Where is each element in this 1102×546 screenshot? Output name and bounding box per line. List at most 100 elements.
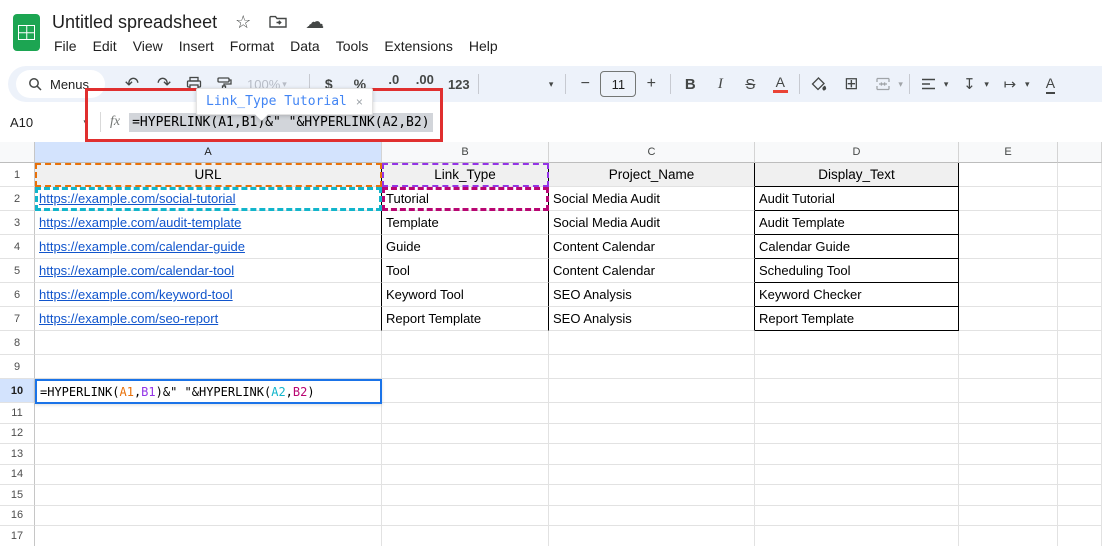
cell-B11[interactable]	[382, 403, 549, 424]
horizontal-align-dropdown[interactable]: ▾	[944, 79, 949, 90]
cell-E16[interactable]	[959, 506, 1058, 527]
cell-D7[interactable]: Report Template	[755, 307, 959, 331]
cell-A6[interactable]: https://example.com/keyword-tool	[35, 283, 382, 307]
cell-A16[interactable]	[35, 506, 382, 527]
cell-B3[interactable]: Template	[382, 211, 549, 235]
row-header-1[interactable]: 1	[0, 163, 35, 187]
cell-D15[interactable]	[755, 485, 959, 506]
vertical-align-dropdown[interactable]: ▾	[984, 79, 989, 90]
document-title[interactable]: Untitled spreadsheet	[52, 12, 217, 33]
cell-D10[interactable]	[755, 379, 959, 403]
cell-D17[interactable]	[755, 526, 959, 546]
sheets-logo[interactable]	[13, 14, 40, 51]
move-folder-icon[interactable]	[269, 15, 287, 29]
menu-item-format[interactable]: Format	[222, 35, 282, 57]
cell-E10[interactable]	[959, 379, 1058, 403]
strikethrough-button[interactable]: S	[737, 70, 763, 98]
menu-item-extensions[interactable]: Extensions	[376, 35, 460, 57]
cell-D16[interactable]	[755, 506, 959, 527]
text-wrap-dropdown[interactable]: ▾	[1025, 79, 1030, 90]
cell-A1[interactable]: URL	[35, 163, 382, 187]
cell-A4[interactable]: https://example.com/calendar-guide	[35, 235, 382, 259]
row-header-11[interactable]: 11	[0, 403, 35, 424]
cell-C3[interactable]: Social Media Audit	[549, 211, 755, 235]
cell-C15[interactable]	[549, 485, 755, 506]
formula-input[interactable]: =HYPERLINK(A1,B1)&" "&HYPERLINK(A2,B2)	[129, 113, 432, 132]
col-header-C[interactable]: C	[549, 142, 755, 163]
horizontal-align-button[interactable]	[916, 70, 942, 98]
cell-E15[interactable]	[959, 485, 1058, 506]
cell-D12[interactable]	[755, 424, 959, 445]
row-header-4[interactable]: 4	[0, 235, 35, 259]
cell-C10[interactable]	[549, 379, 755, 403]
more-formats-button[interactable]: 123	[446, 70, 472, 98]
increase-font-size-button[interactable]: +	[638, 70, 664, 98]
cell-C11[interactable]	[549, 403, 755, 424]
cell-F7[interactable]	[1058, 307, 1102, 331]
cell-E12[interactable]	[959, 424, 1058, 445]
cell-B4[interactable]: Guide	[382, 235, 549, 259]
cell-B17[interactable]	[382, 526, 549, 546]
cell-B2[interactable]: Tutorial	[382, 187, 549, 211]
cell-B9[interactable]	[382, 355, 549, 379]
row-header-12[interactable]: 12	[0, 424, 35, 445]
cell-D11[interactable]	[755, 403, 959, 424]
cell-F9[interactable]	[1058, 355, 1102, 379]
menu-item-tools[interactable]: Tools	[328, 35, 377, 57]
menu-item-view[interactable]: View	[125, 35, 171, 57]
cell-C12[interactable]	[549, 424, 755, 445]
cell-F8[interactable]	[1058, 331, 1102, 355]
menus-search-button[interactable]: Menus	[16, 70, 105, 98]
active-cell-A10[interactable]: =HYPERLINK(A1,B1)&" "&HYPERLINK(A2,B2)	[35, 379, 382, 404]
cell-E2[interactable]	[959, 187, 1058, 211]
cell-D9[interactable]	[755, 355, 959, 379]
cell-A14[interactable]	[35, 465, 382, 486]
cell-D6[interactable]: Keyword Checker	[755, 283, 959, 307]
cell-F14[interactable]	[1058, 465, 1102, 486]
decrease-font-size-button[interactable]: −	[572, 70, 598, 98]
cell-D1[interactable]: Display_Text	[755, 163, 959, 187]
cell-E13[interactable]	[959, 444, 1058, 465]
cell-E3[interactable]	[959, 211, 1058, 235]
cell-E8[interactable]	[959, 331, 1058, 355]
vertical-align-button[interactable]: ↧	[956, 70, 982, 98]
col-header-E[interactable]: E	[959, 142, 1058, 163]
fill-color-button[interactable]	[806, 70, 832, 98]
cell-F12[interactable]	[1058, 424, 1102, 445]
row-header-14[interactable]: 14	[0, 465, 35, 486]
cell-F6[interactable]	[1058, 283, 1102, 307]
cell-B15[interactable]	[382, 485, 549, 506]
cell-A2[interactable]: https://example.com/social-tutorial	[35, 187, 382, 211]
cell-D4[interactable]: Calendar Guide	[755, 235, 959, 259]
cell-B5[interactable]: Tool	[382, 259, 549, 283]
cell-D13[interactable]	[755, 444, 959, 465]
cloud-status-icon[interactable]: ☁	[305, 13, 324, 32]
cell-D3[interactable]: Audit Template	[755, 211, 959, 235]
cell-A15[interactable]	[35, 485, 382, 506]
cell-A12[interactable]	[35, 424, 382, 445]
cell-F10[interactable]	[1058, 379, 1102, 403]
cell-B1[interactable]: Link_Type	[382, 163, 549, 187]
cell-E4[interactable]	[959, 235, 1058, 259]
row-header-7[interactable]: 7	[0, 307, 35, 331]
cell-D14[interactable]	[755, 465, 959, 486]
cell-F3[interactable]	[1058, 211, 1102, 235]
cell-B14[interactable]	[382, 465, 549, 486]
star-icon[interactable]: ☆	[235, 13, 251, 31]
select-all-corner[interactable]	[0, 142, 35, 163]
italic-button[interactable]: I	[707, 70, 733, 98]
row-header-10[interactable]: 10	[0, 379, 35, 403]
row-header-16[interactable]: 16	[0, 506, 35, 527]
cell-D8[interactable]	[755, 331, 959, 355]
cell-A3[interactable]: https://example.com/audit-template	[35, 211, 382, 235]
menu-item-file[interactable]: File	[46, 35, 85, 57]
cell-C2[interactable]: Social Media Audit	[549, 187, 755, 211]
cell-C7[interactable]: SEO Analysis	[549, 307, 755, 331]
col-header-A[interactable]: A	[35, 142, 382, 163]
bold-button[interactable]: B	[677, 70, 703, 98]
cell-A5[interactable]: https://example.com/calendar-tool	[35, 259, 382, 283]
text-wrap-button[interactable]: ↦	[997, 70, 1023, 98]
cell-F1[interactable]	[1058, 163, 1102, 187]
cell-D5[interactable]: Scheduling Tool	[755, 259, 959, 283]
cell-F2[interactable]	[1058, 187, 1102, 211]
